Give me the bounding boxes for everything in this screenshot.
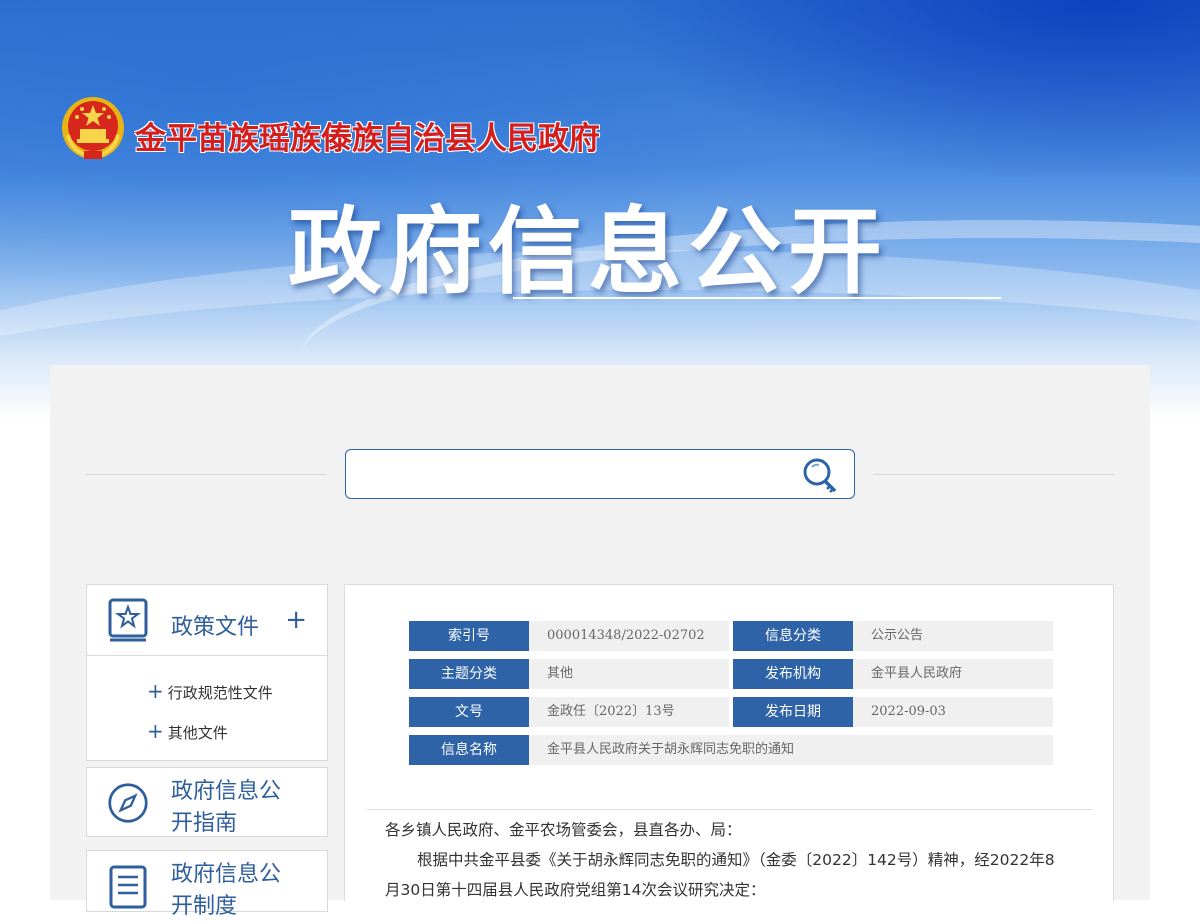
meta-value: 金平县人民政府关于胡永辉同志免职的通知 [529, 735, 1053, 765]
meta-value: 000014348/2022-02702 [529, 621, 729, 651]
meta-label: 信息名称 [409, 735, 537, 765]
paragraph: 根据中共金平县委《关于胡永辉同志免职的通知》（金委〔2022〕142号）精神，经… [385, 851, 1055, 899]
meta-label: 文号 [409, 697, 537, 727]
meta-row: 主题分类 其他 发布机构 金平县人民政府 [409, 659, 1054, 697]
meta-value: 金平县人民政府 [853, 659, 1053, 689]
sidebar-title: 政策文件 [171, 615, 260, 640]
plus-icon: + [147, 719, 164, 743]
document-list-icon [109, 865, 147, 909]
article-content: 索引号 000014348/2022-02702 信息分类 公示公告 主题分类 … [344, 584, 1114, 901]
article-body: 各乡镇人民政府、金平农场管委会，县直各办、局： 根据中共金平县委《关于胡永辉同志… [385, 815, 1065, 905]
emblem-icon [62, 97, 124, 160]
sidebar-sub-item[interactable]: + 其他文件 [87, 714, 327, 754]
meta-label: 发布机构 [733, 659, 861, 689]
search-divider-right [873, 474, 1114, 475]
meta-value: 公示公告 [853, 621, 1053, 651]
sidebar-item-policy-docs[interactable]: 政策文件 + [87, 585, 327, 655]
sidebar-item-guide[interactable]: 政府信息公开指南 [86, 767, 328, 837]
search-input[interactable] [356, 458, 790, 490]
sidebar-sub-item[interactable]: + 行政规范性文件 [87, 674, 327, 714]
sidebar-policy-docs: 政策文件 + + 行政规范性文件 + 其他文件 [86, 584, 328, 761]
sub-item-label: 行政规范性文件 [167, 684, 273, 702]
meta-row: 信息名称 金平县人民政府关于胡永辉同志免职的通知 [409, 735, 1054, 773]
organization-name: 金平苗族瑶族傣族自治县人民政府 [135, 121, 600, 157]
content-divider [367, 809, 1093, 810]
plus-icon: + [147, 679, 164, 703]
star-book-icon [108, 598, 148, 642]
meta-row: 索引号 000014348/2022-02702 信息分类 公示公告 [409, 621, 1054, 659]
sub-item-label: 其他文件 [167, 724, 228, 742]
meta-value: 2022-09-03 [853, 697, 1053, 727]
search-box [345, 449, 855, 499]
meta-value: 其他 [529, 659, 729, 689]
search-divider-left [86, 474, 326, 475]
meta-table: 索引号 000014348/2022-02702 信息分类 公示公告 主题分类 … [409, 621, 1054, 773]
compass-icon [108, 783, 148, 823]
meta-label: 信息分类 [733, 621, 861, 651]
header-banner: 金平苗族瑶族傣族自治县人民政府 政府信息公开 [0, 0, 1200, 420]
meta-label: 发布日期 [733, 697, 861, 727]
plus-icon[interactable]: + [285, 607, 307, 633]
title-underline [513, 297, 1001, 299]
page-title: 政府信息公开 [288, 198, 889, 307]
meta-value: 金政任〔2022〕13号 [529, 697, 729, 727]
sidebar-title: 政府信息公开指南 [171, 779, 282, 836]
meta-label: 主题分类 [409, 659, 537, 689]
sidebar-title: 政府信息公开制度 [171, 862, 282, 919]
sidebar-sub-list: + 行政规范性文件 + 其他文件 [87, 655, 327, 760]
meta-row: 文号 金政任〔2022〕13号 发布日期 2022-09-03 [409, 697, 1054, 735]
salutation: 各乡镇人民政府、金平农场管委会，县直各办、局： [385, 821, 742, 839]
meta-label: 索引号 [409, 621, 537, 651]
search-icon[interactable] [800, 456, 840, 496]
sidebar-item-system[interactable]: 政府信息公开制度 [86, 850, 328, 919]
